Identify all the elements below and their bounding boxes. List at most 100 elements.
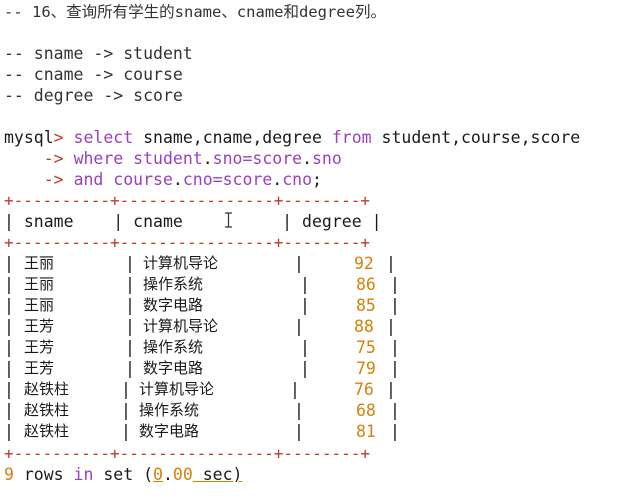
cell-sname: 王丽 <box>24 254 55 272</box>
cell-cname: 操作系统 <box>143 338 204 356</box>
cell-sname: 王芳 <box>24 317 55 335</box>
cell-sname: 赵铁柱 <box>24 401 70 419</box>
row-pipe-left: | <box>4 359 14 378</box>
cell-degree: 75 <box>356 338 376 357</box>
row-pipe-left: | <box>4 401 14 420</box>
comment-map-degree: -- degree -> score <box>4 86 183 105</box>
cell-cname: 数字电路 <box>139 422 200 440</box>
query-columns: sname,cname,degree <box>133 128 332 147</box>
kw-where: where <box>73 149 124 168</box>
continuation-arrow: -> <box>43 149 64 168</box>
cell-sname: 王芳 <box>24 338 55 356</box>
row-pipe-mid2: | <box>294 254 304 273</box>
cell-cname: 计算机导论 <box>143 317 219 335</box>
row-pipe-mid1: | <box>125 338 135 357</box>
semicolon: ; <box>312 170 322 189</box>
kw-and: and <box>73 170 104 189</box>
kw-from: from <box>331 128 372 147</box>
cell-degree: 85 <box>356 296 376 315</box>
cell-degree: 86 <box>356 275 376 294</box>
cell-degree: 88 <box>354 317 374 336</box>
table-row: | 王芳 | 操作系统 | 75 | <box>0 337 624 358</box>
time-int: 0 <box>153 465 163 484</box>
table-row: | 王芳 | 数字电路 | 79 | <box>0 358 624 379</box>
cell-cname: 计算机导论 <box>139 380 215 398</box>
prompt-gt: > <box>53 128 64 147</box>
cell-degree: 81 <box>356 422 376 441</box>
cell-cname: 操作系统 <box>139 401 200 419</box>
cell-sname: 王芳 <box>24 359 55 377</box>
cond2-expr: cno=score <box>182 170 273 189</box>
result-footer: 9 rows in set (0.00 sec) <box>4 464 242 485</box>
row-pipe-left: | <box>4 275 14 294</box>
row-pipe-mid2: | <box>300 275 310 294</box>
cell-degree: 79 <box>356 359 376 378</box>
row-pipe-left: | <box>4 296 14 315</box>
footer-rows-text: rows <box>13 465 74 484</box>
row-pipe-mid1: | <box>121 422 131 441</box>
time-dot: . <box>162 465 173 484</box>
row-pipe-mid1: | <box>125 296 135 315</box>
row-pipe-right: | <box>386 317 396 336</box>
row-pipe-mid2: | <box>294 401 304 420</box>
row-pipe-right: | <box>390 275 400 294</box>
header-sname: sname <box>23 212 74 231</box>
table-header-row: | sname | cname | degree | <box>4 212 382 231</box>
row-pipe-mid2: | <box>290 380 300 399</box>
cond2-table: course <box>103 170 173 189</box>
cond2-dot: . <box>172 170 183 189</box>
table-row: | 赵铁柱 | 数字电路 | 81 | <box>0 421 624 442</box>
cond2-col: cno <box>282 170 313 189</box>
kw-select: select <box>73 128 134 147</box>
row-pipe-mid2: | <box>300 296 310 315</box>
cell-sname: 赵铁柱 <box>24 422 70 440</box>
row-pipe-mid1: | <box>125 254 135 273</box>
cell-degree: 76 <box>354 380 374 399</box>
comment-map-cname: -- cname -> course <box>4 65 183 84</box>
row-pipe-right: | <box>386 380 396 399</box>
footer-set-text: set ( <box>93 465 154 484</box>
row-pipe-mid2: | <box>294 317 304 336</box>
row-pipe-left: | <box>4 338 14 357</box>
table-row: | 赵铁柱 | 计算机导论 | 76 | <box>0 379 624 400</box>
cond1-expr: sno=score <box>212 149 303 168</box>
row-pipe-right: | <box>390 401 400 420</box>
row-pipe-mid1: | <box>121 380 131 399</box>
table-border-bottom: +----------+----------------+--------+ <box>4 444 371 463</box>
comment-map-sname: -- sname -> student <box>4 44 193 63</box>
continuation-arrow-2: -> <box>43 170 64 189</box>
row-pipe-mid1: | <box>121 401 131 420</box>
cond1-col: sno <box>312 149 342 168</box>
cell-cname: 数字电路 <box>143 359 204 377</box>
table-row: | 王丽 | 计算机导论 | 92 | <box>0 253 624 274</box>
row-pipe-left: | <box>4 317 14 336</box>
query-line-3: -> and course.cno=score.cno; <box>4 169 322 190</box>
comment-title: -- 16、查询所有学生的sname、cname和degree列。 <box>4 3 386 21</box>
query-tables: student,course,score <box>371 128 581 147</box>
row-pipe-right: | <box>390 422 400 441</box>
row-pipe-mid1: | <box>125 275 135 294</box>
cell-sname: 赵铁柱 <box>24 380 70 398</box>
table-border-top: +----------+----------------+--------+ <box>4 191 371 210</box>
row-pipe-mid2: | <box>300 359 310 378</box>
cell-degree: 68 <box>356 401 376 420</box>
cell-sname: 王丽 <box>24 275 55 293</box>
kw-in: in <box>73 465 94 484</box>
row-pipe-mid1: | <box>125 359 135 378</box>
row-pipe-right: | <box>390 296 400 315</box>
terminal-window[interactable]: -- 16、查询所有学生的sname、cname和degree列。 -- sna… <box>0 0 624 500</box>
cell-degree: 92 <box>354 254 374 273</box>
row-count: 9 <box>4 465 14 484</box>
table-row: | 王丽 | 操作系统 | 86 | <box>0 274 624 295</box>
header-degree: degree <box>302 212 362 231</box>
row-pipe-right: | <box>390 359 400 378</box>
cell-cname: 操作系统 <box>143 275 204 293</box>
cond2-dot2: . <box>272 170 283 189</box>
table-row: | 王芳 | 计算机导论 | 88 | <box>0 316 624 337</box>
table-row: | 赵铁柱 | 操作系统 | 68 | <box>0 400 624 421</box>
table-row: | 王丽 | 数字电路 | 85 | <box>0 295 624 316</box>
row-pipe-left: | <box>4 422 14 441</box>
cell-cname: 计算机导论 <box>143 254 219 272</box>
row-pipe-right: | <box>386 254 396 273</box>
row-pipe-mid1: | <box>125 317 135 336</box>
